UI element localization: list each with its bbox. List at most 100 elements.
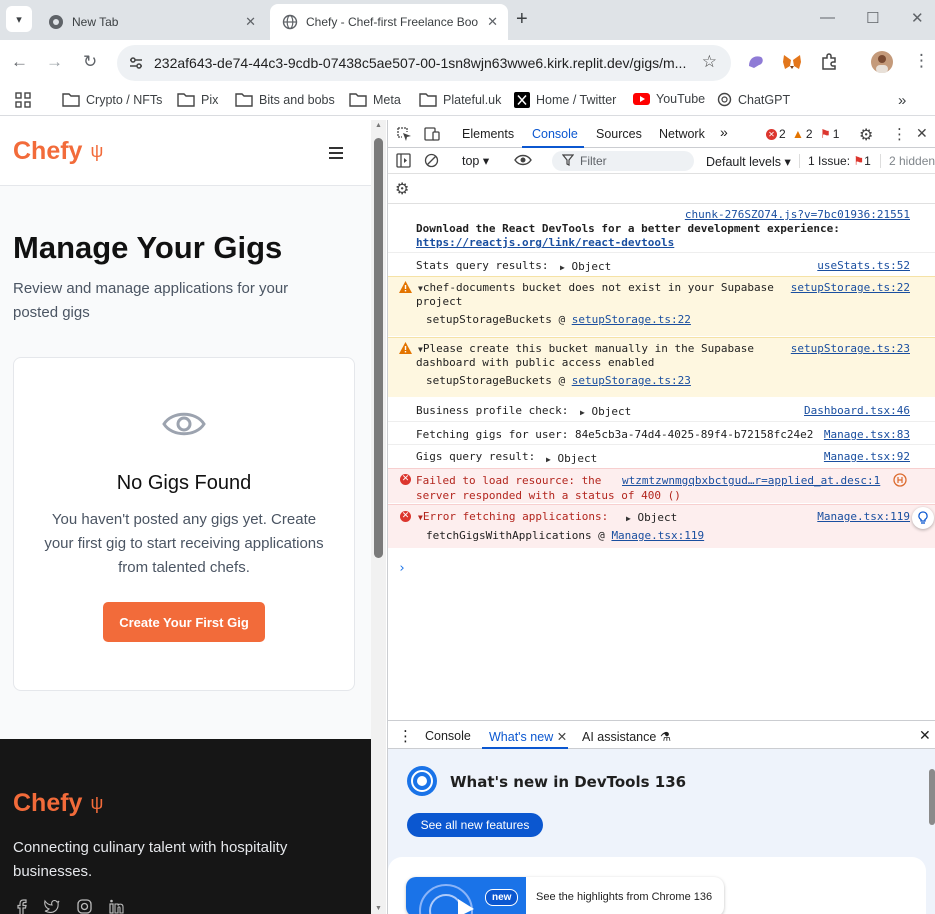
source-link[interactable]: Dashboard.tsx:46 (804, 404, 910, 417)
bookmark-label: Pix (201, 92, 219, 107)
scroll-up-icon[interactable]: ▲ (375, 122, 382, 129)
sidebar-toggle-icon[interactable] (396, 153, 411, 171)
console-settings-gear-icon[interactable]: ⚙ (395, 179, 409, 199)
bookmark-star-icon[interactable]: ☆ (702, 52, 717, 72)
linkedin-icon[interactable] (109, 899, 124, 914)
footer-logo[interactable]: Chefy ψ (13, 789, 103, 818)
close-tab-icon[interactable]: ✕ (487, 14, 498, 30)
address-bar[interactable]: 232af643-de74-44c3-9cdb-07438c5ae507-00-… (117, 45, 731, 81)
react-devtools-link[interactable]: https://reactjs.org/link/react-devtools (416, 236, 674, 249)
scroll-down-icon[interactable]: ▼ (375, 905, 382, 912)
scrollbar-thumb[interactable] (929, 769, 935, 825)
source-link[interactable]: setupStorage.ts:22 (791, 281, 910, 294)
device-toolbar-icon[interactable] (424, 126, 440, 145)
close-window-icon[interactable]: ✕ (911, 9, 924, 27)
close-devtools-icon[interactable]: ✕ (916, 125, 928, 142)
devtools-menu-icon[interactable]: ⋮ (892, 125, 907, 143)
ai-explain-icon[interactable] (912, 507, 934, 529)
source-link[interactable]: setupStorage.ts:23 (791, 342, 910, 355)
tab-search-button[interactable]: ▾ (6, 6, 32, 32)
warning-count-badge[interactable]: ▲ 2 (792, 127, 813, 141)
close-drawer-icon[interactable]: ✕ (919, 727, 931, 744)
drawer-tab-whats-new[interactable]: What's new ✕ (489, 729, 567, 744)
back-icon[interactable]: ← (11, 52, 28, 72)
maximize-icon[interactable]: ☐ (866, 9, 879, 27)
scrollbar-thumb[interactable] (374, 138, 383, 558)
chrome-menu-icon[interactable]: ⋮ (913, 51, 930, 71)
page-title: Manage Your Gigs (13, 230, 283, 265)
network-request-icon[interactable] (893, 473, 907, 490)
new-tab-button[interactable]: + (516, 8, 528, 31)
settings-gear-icon[interactable]: ⚙ (859, 125, 873, 145)
inspect-element-icon[interactable] (396, 126, 412, 145)
source-link[interactable]: useStats.ts:52 (817, 259, 910, 272)
source-link[interactable]: Manage.tsx:92 (824, 450, 910, 463)
console-prompt-chevron-icon[interactable]: › (398, 561, 406, 576)
see-all-features-button[interactable]: See all new features (407, 813, 543, 837)
site-logo[interactable]: Chefy ψ (13, 137, 103, 166)
tab-elements[interactable]: Elements (462, 127, 514, 141)
close-tab-icon[interactable]: ✕ (557, 730, 567, 744)
metamask-icon[interactable] (782, 52, 802, 75)
reload-icon[interactable]: ↻ (83, 52, 97, 72)
drawer-tab-ai-assistance[interactable]: AI assistance ⚗ (582, 729, 671, 744)
object-expander[interactable]: ▶ Object (560, 260, 611, 273)
bookmark-chatgpt[interactable]: ChatGPT (717, 92, 790, 107)
tab-new-tab[interactable]: New Tab ✕ (36, 4, 266, 40)
folder-icon (235, 92, 253, 107)
more-bookmarks-icon[interactable]: » (898, 92, 906, 109)
facebook-icon[interactable] (15, 899, 27, 914)
tab-sources[interactable]: Sources (596, 127, 642, 141)
instagram-icon[interactable] (77, 899, 92, 914)
stack-link[interactable]: Manage.tsx:119 (611, 529, 704, 542)
bookmark-folder[interactable]: Plateful.uk (419, 92, 501, 107)
source-link[interactable]: Manage.tsx:83 (824, 428, 910, 441)
drawer-menu-icon[interactable]: ⋮ (398, 727, 413, 745)
site-info-icon[interactable] (127, 54, 145, 75)
console-filter-input[interactable]: Filter (552, 151, 694, 171)
globe-icon (282, 14, 298, 30)
stack-function: setupStorageBuckets @ (426, 374, 566, 387)
console-message: Business profile check: ▶ Object Dashboa… (388, 398, 935, 421)
apps-grid-icon[interactable] (15, 92, 31, 108)
log-levels-select[interactable]: Default levels ▾ (706, 154, 791, 169)
issue-count-badge[interactable]: ⚑ 1 (820, 127, 839, 141)
avatar[interactable] (871, 51, 893, 76)
create-first-gig-button[interactable]: Create Your First Gig (103, 602, 265, 642)
clear-console-icon[interactable] (424, 153, 439, 171)
extensions-puzzle-icon[interactable] (819, 52, 839, 75)
tab-network[interactable]: Network (659, 127, 705, 141)
source-link[interactable]: chunk-276SZO74.js?v=7bc01936:21551 (685, 208, 910, 221)
object-expander[interactable]: ▶ Object (546, 452, 597, 465)
drawer-tab-console[interactable]: Console (425, 729, 471, 743)
object-expander[interactable]: ▶ Object (580, 405, 631, 418)
error-count-badge[interactable]: ✕ 2 (766, 127, 786, 141)
warning-icon: ▲ (792, 127, 804, 141)
bookmark-folder[interactable]: Bits and bobs (235, 92, 335, 107)
highlights-card[interactable]: new See the highlights from Chrome 136 (406, 877, 724, 914)
tab-chefy[interactable]: Chefy - Chef-first Freelance Boo ✕ (270, 4, 508, 40)
stack-link[interactable]: setupStorage.ts:22 (572, 313, 691, 326)
source-link[interactable]: wtzmtzwnmgqbxbctgud…r=applied_at.desc:1 (622, 474, 880, 487)
menu-icon[interactable] (329, 147, 343, 162)
page-scrollbar[interactable]: ▲ ▼ (371, 120, 386, 914)
bookmark-folder[interactable]: Pix (177, 92, 218, 107)
stack-link[interactable]: setupStorage.ts:23 (572, 374, 691, 387)
bookmark-twitter[interactable]: Home / Twitter (514, 92, 616, 108)
live-expression-eye-icon[interactable] (514, 152, 532, 171)
more-tabs-icon[interactable]: » (720, 124, 728, 140)
twitter-icon[interactable] (44, 899, 60, 914)
source-link[interactable]: Manage.tsx:119 (817, 510, 910, 523)
object-expander[interactable]: ▶ Object (626, 511, 677, 524)
minimize-icon[interactable]: — (820, 9, 835, 26)
extension-icon[interactable] (746, 52, 766, 75)
drawer-scrollbar[interactable] (928, 749, 935, 914)
issues-link[interactable]: 1 Issue: ⚑1 (799, 154, 871, 168)
context-select[interactable]: top ▾ (462, 153, 489, 168)
bookmark-folder[interactable]: Crypto / NFTs (62, 92, 162, 107)
bookmark-folder[interactable]: Meta (349, 92, 401, 107)
tab-console[interactable]: Console (532, 127, 578, 141)
close-tab-icon[interactable]: ✕ (245, 14, 256, 30)
forward-icon[interactable]: → (46, 52, 63, 72)
bookmark-youtube[interactable]: YouTube (633, 92, 705, 106)
